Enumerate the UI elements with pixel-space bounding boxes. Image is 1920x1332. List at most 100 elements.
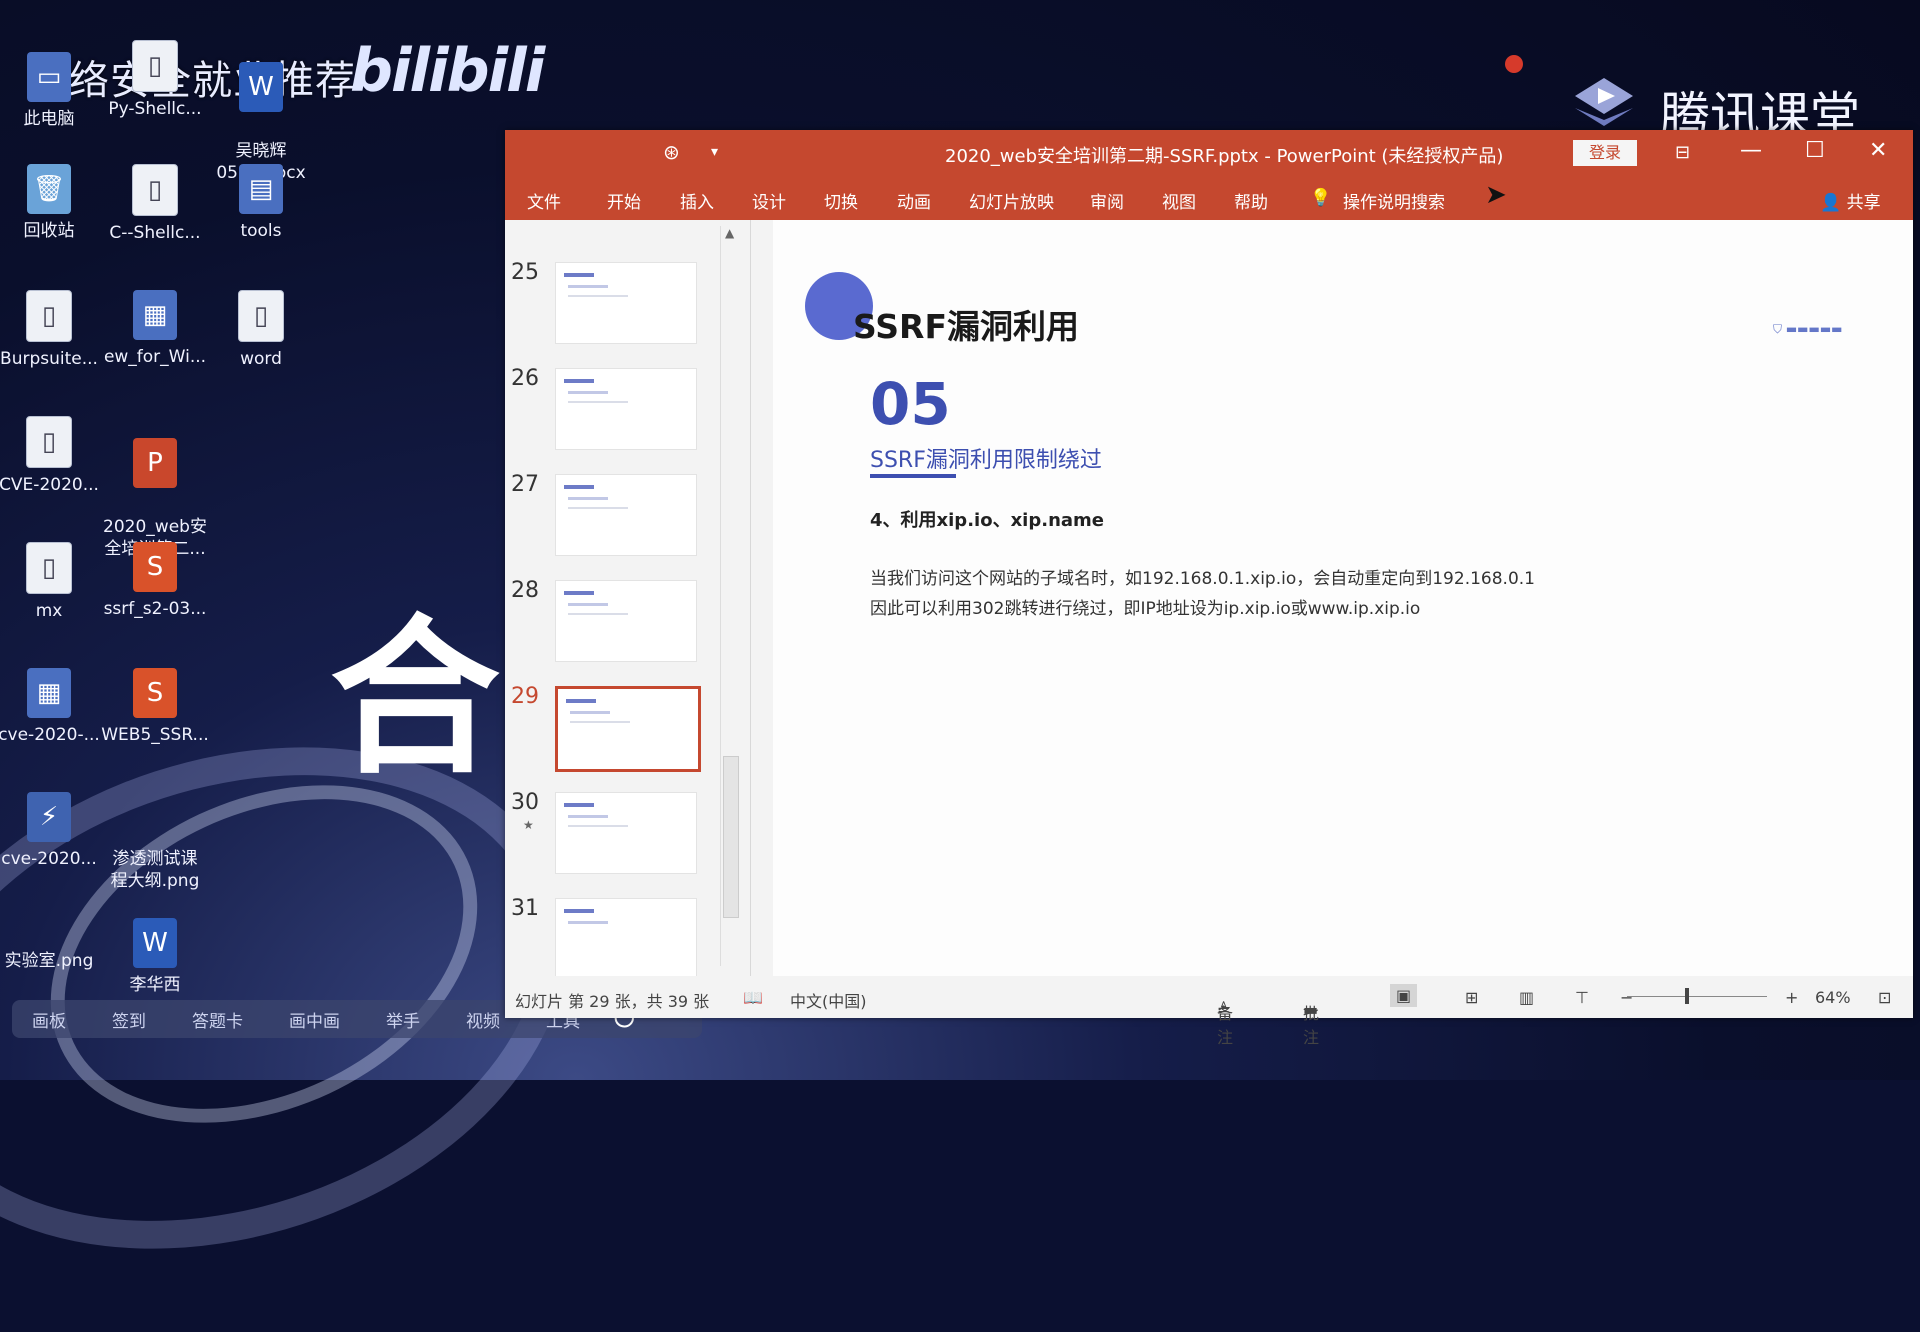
tab-file[interactable]: 文件 bbox=[527, 188, 561, 213]
slide-thumbnail-28[interactable] bbox=[555, 580, 697, 662]
toolbar-whiteboard[interactable]: 画板 bbox=[32, 1007, 66, 1032]
tencent-classroom-logo-icon bbox=[1575, 78, 1633, 126]
file-icon: ▯ bbox=[238, 290, 284, 342]
tab-transitions[interactable]: 切换 bbox=[824, 188, 858, 213]
desktop-icon-ew-for-win[interactable]: ▦ ew_for_Wi... bbox=[100, 290, 210, 368]
desktop-icon-cve-2020-zip[interactable]: ⚡ cve-2020... bbox=[0, 792, 104, 870]
desktop-icon-label: word bbox=[240, 349, 282, 369]
sublime-icon: S bbox=[133, 542, 177, 592]
file-icon: ▯ bbox=[132, 164, 178, 216]
desktop-icon-ssrf-s2[interactable]: S ssrf_s2-03... bbox=[100, 542, 210, 620]
desktop-icon-label: tools bbox=[240, 221, 282, 241]
desktop-icon-label: Burpsuite... bbox=[0, 349, 98, 369]
slide-number: 28 bbox=[511, 578, 539, 603]
desktop-icon-web5-ssr[interactable]: S WEB5_SSR... bbox=[100, 668, 210, 746]
desktop-icon-recycle-bin[interactable]: 🗑 回收站 bbox=[0, 164, 104, 242]
tab-design[interactable]: 设计 bbox=[752, 188, 786, 213]
minimize-icon[interactable]: — bbox=[1740, 138, 1762, 163]
shield-logo-icon: ⛉ ▬▬▬▬▬ bbox=[1773, 322, 1843, 336]
powerpoint-icon: P bbox=[133, 438, 177, 488]
language-indicator[interactable]: 中文(中国) bbox=[790, 988, 867, 1012]
share-button[interactable]: 👤 共享 bbox=[1820, 188, 1881, 213]
ribbon-display-options-icon[interactable]: ⊟ bbox=[1675, 142, 1690, 163]
slide-number: 27 bbox=[511, 472, 539, 497]
tab-help[interactable]: 帮助 bbox=[1234, 188, 1268, 213]
lightbulb-icon[interactable]: 💡 bbox=[1310, 188, 1331, 208]
login-button[interactable]: 登录 bbox=[1573, 140, 1637, 166]
tell-me-search[interactable]: 操作说明搜索 bbox=[1343, 188, 1445, 213]
zoom-in-icon[interactable]: + bbox=[1785, 988, 1798, 1007]
tab-animations[interactable]: 动画 bbox=[897, 188, 931, 213]
toolbar-sign-in[interactable]: 签到 bbox=[112, 1007, 146, 1032]
thumbnail-scrollbar[interactable]: ▲ bbox=[720, 226, 739, 966]
slide-number: 30 bbox=[511, 790, 539, 815]
zoom-level[interactable]: 64% bbox=[1815, 988, 1851, 1007]
desktop-icon-course-outline[interactable]: 渗透测试课 程大纲.png bbox=[100, 826, 210, 914]
maximize-icon[interactable]: ☐ bbox=[1805, 138, 1825, 163]
customize-quick-access-icon[interactable]: ▾ bbox=[711, 144, 718, 160]
slide-thumbnail-26[interactable] bbox=[555, 368, 697, 450]
mouse-cursor-icon: ➤ bbox=[1485, 180, 1507, 210]
toolbar-video[interactable]: 视频 bbox=[466, 1007, 500, 1032]
slide-number: 31 bbox=[511, 896, 539, 921]
zoom-slider[interactable] bbox=[1627, 996, 1767, 997]
tab-home[interactable]: 开始 bbox=[607, 188, 641, 213]
scroll-up-icon[interactable]: ▲ bbox=[725, 226, 734, 240]
slide-thumbnail-29-selected[interactable] bbox=[555, 686, 701, 772]
normal-view-icon[interactable]: ▣ bbox=[1390, 984, 1418, 1007]
desktop-icon-label: cve-2020-... bbox=[0, 725, 100, 745]
file-icon: ▯ bbox=[132, 40, 178, 92]
tab-view[interactable]: 视图 bbox=[1162, 188, 1196, 213]
slide-thumbnail-30[interactable] bbox=[555, 792, 697, 874]
desktop-icon-label: 此电脑 bbox=[23, 109, 75, 129]
reading-view-icon[interactable]: ▥ bbox=[1519, 988, 1534, 1007]
title-bar: ⊛ ▾ 2020_web安全培训第二期-SSRF.pptx - PowerPoi… bbox=[505, 130, 1913, 176]
sublime-icon: S bbox=[133, 668, 177, 718]
desktop-icon-py-shellc[interactable]: ▯ Py-Shellc... bbox=[100, 40, 210, 120]
slide-canvas[interactable]: SSRF漏洞利用 ⛉ ▬▬▬▬▬ 05 SSRF漏洞利用限制绕过 4、利用xip… bbox=[773, 220, 1913, 976]
slide-thumbnail-31[interactable] bbox=[555, 898, 697, 980]
desktop-icon-lihuaxi[interactable]: W 李华西 bbox=[100, 918, 210, 996]
desktop-icon-label: mx bbox=[35, 601, 63, 621]
tab-slideshow[interactable]: 幻灯片放映 bbox=[969, 188, 1054, 213]
recording-dot bbox=[1505, 55, 1523, 73]
slideshow-view-icon[interactable]: ⊤ bbox=[1575, 988, 1589, 1007]
desktop-icon-label: ssrf_s2-03... bbox=[103, 599, 207, 619]
toolbar-answer-card[interactable]: 答题卡 bbox=[192, 1007, 243, 1032]
fit-to-window-icon[interactable]: ⊡ bbox=[1878, 988, 1891, 1007]
slide-thumbnail-27[interactable] bbox=[555, 474, 697, 556]
comments-label: 批注 bbox=[1303, 1004, 1320, 1047]
desktop-icon-this-pc[interactable]: ▭ 此电脑 bbox=[0, 52, 104, 130]
computer-icon: ▭ bbox=[27, 52, 71, 102]
slide-body-line-1: 当我们访问这个网站的子域名时，如192.168.0.1.xip.io，会自动重定… bbox=[870, 569, 1535, 589]
toolbar-picture-in-picture[interactable]: 画中画 bbox=[289, 1007, 340, 1032]
image-icon: ▦ bbox=[133, 290, 177, 340]
desktop-icon-cve-2020-b[interactable]: ▦ cve-2020-... bbox=[0, 668, 104, 746]
desktop-icon-burpsuite[interactable]: ▯ Burpsuite... bbox=[0, 290, 104, 370]
slide-sorter-view-icon[interactable]: ⊞ bbox=[1465, 988, 1478, 1007]
desktop-icon-lab-png[interactable]: 实验室.png bbox=[0, 950, 104, 972]
desktop-icon-label: 回收站 bbox=[23, 221, 75, 241]
desktop-icon-label: 渗透测试课 程大纲.png bbox=[110, 849, 200, 891]
desktop-icon-label: WEB5_SSR... bbox=[101, 725, 209, 745]
close-icon[interactable]: ✕ bbox=[1869, 138, 1887, 163]
slide-body-line-2: 因此可以利用302跳转进行绕过，即IP地址设为ip.xip.io或www.ip.… bbox=[870, 599, 1421, 619]
zoom-out-icon[interactable]: − bbox=[1620, 988, 1633, 1007]
toolbar-raise-hand[interactable]: 举手 bbox=[386, 1007, 420, 1032]
desktop-icon-c-shellc[interactable]: ▯ C--Shellc... bbox=[100, 164, 210, 244]
zoom-slider-thumb[interactable] bbox=[1685, 988, 1689, 1004]
desktop-icon-cve-2020-a[interactable]: ▯ CVE-2020... bbox=[0, 416, 104, 496]
desktop-icon-label: cve-2020... bbox=[1, 849, 97, 869]
slide-number: 25 bbox=[511, 260, 539, 285]
tab-insert[interactable]: 插入 bbox=[680, 188, 714, 213]
desktop-icon-tools[interactable]: ▤ tools bbox=[206, 164, 316, 242]
spell-check-icon[interactable]: 📖 bbox=[743, 988, 763, 1007]
desktop-icon-word[interactable]: ▯ word bbox=[206, 290, 316, 370]
image-icon: ▦ bbox=[27, 668, 71, 718]
touch-mode-icon[interactable]: ⊛ bbox=[663, 140, 680, 164]
status-bar: 幻灯片 第 29 张，共 39 张 📖 中文(中国) ≜ 备注 ▬ 批注 ▣ ⊞… bbox=[505, 976, 1913, 1047]
slide-thumbnail-25[interactable] bbox=[555, 262, 697, 344]
tab-review[interactable]: 审阅 bbox=[1090, 188, 1124, 213]
desktop-icon-mx[interactable]: ▯ mx bbox=[0, 542, 104, 622]
scrollbar-thumb[interactable] bbox=[723, 756, 739, 918]
